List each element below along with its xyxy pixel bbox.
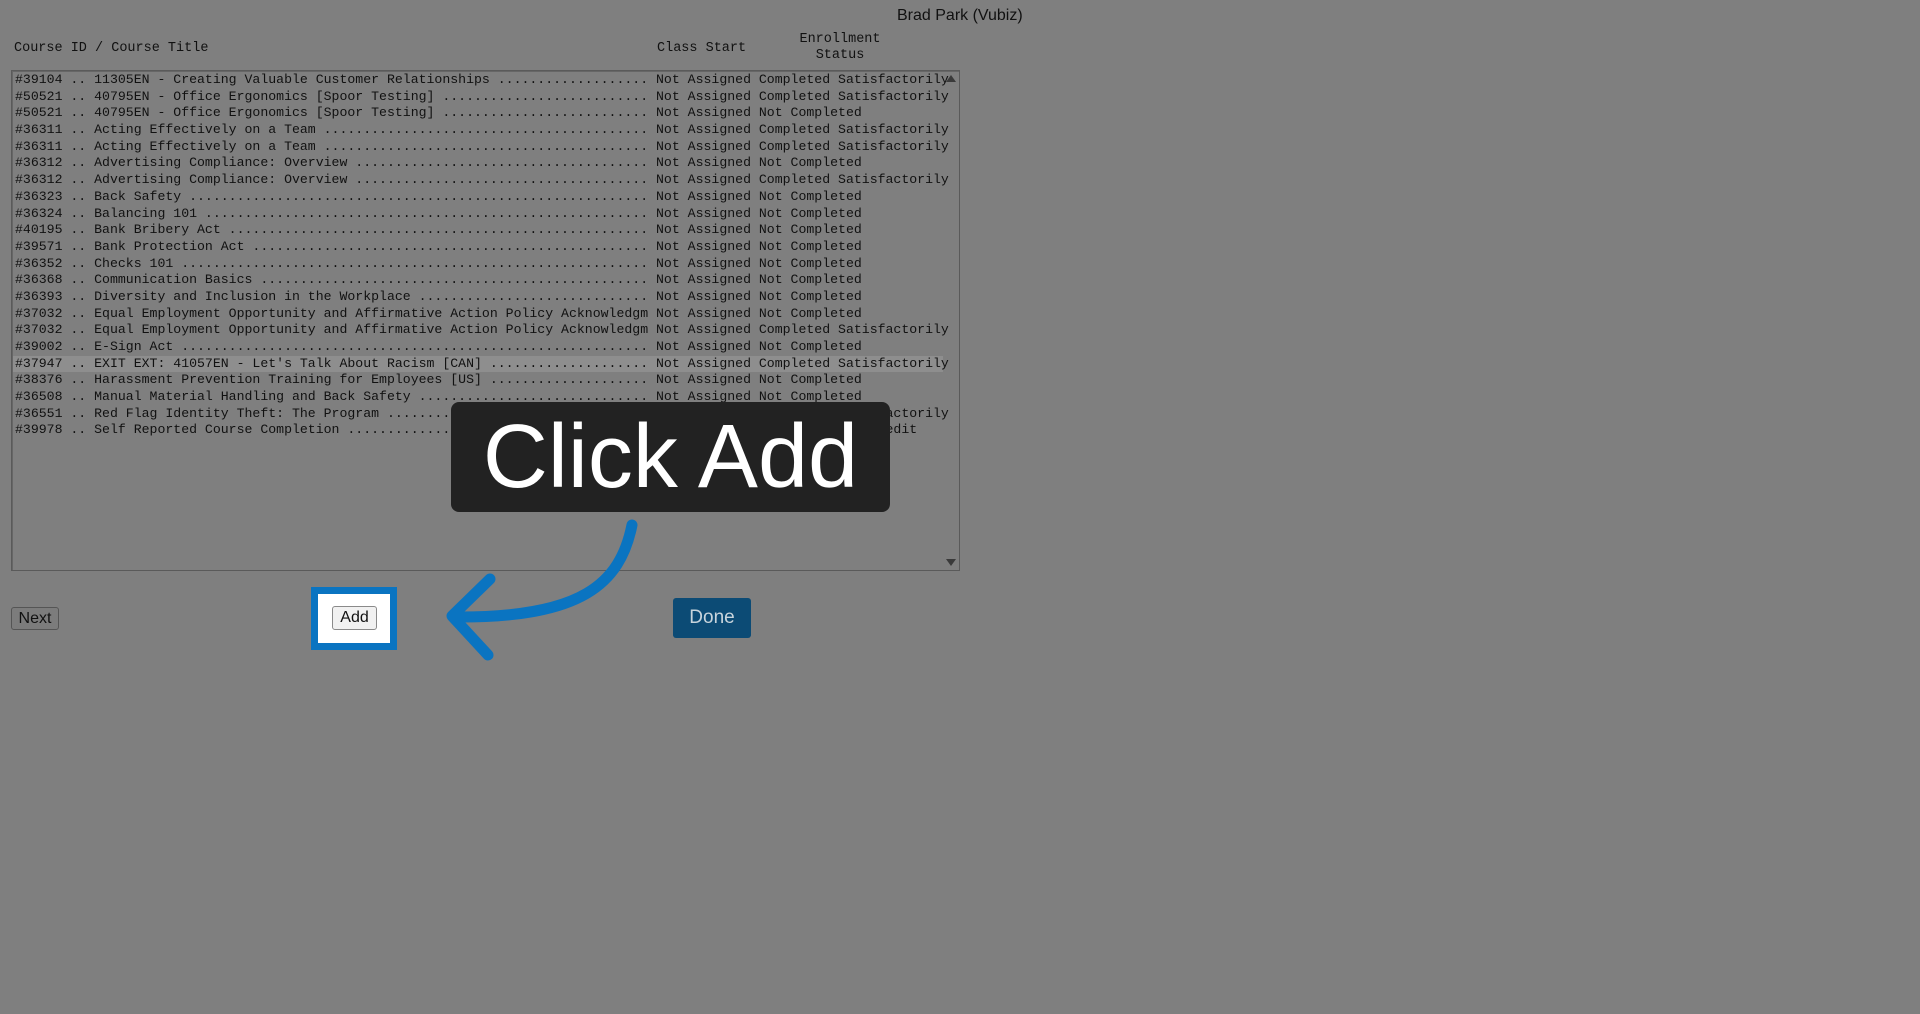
column-header-class-start: Class Start: [657, 41, 747, 56]
course-list-item[interactable]: #36312 .. Advertising Compliance: Overvi…: [13, 155, 943, 172]
user-name: Brad Park (Vubiz): [897, 7, 1023, 24]
course-list-item[interactable]: #37947 .. EXIT EXT: 41057EN - Let's Talk…: [13, 355, 949, 373]
course-list-item[interactable]: #39002 .. E-Sign Act ...................…: [13, 339, 943, 356]
column-header-course-title: Course ID / Course Title: [14, 41, 209, 56]
scroll-down-arrow-icon[interactable]: [946, 559, 956, 566]
course-list-item[interactable]: #36311 .. Acting Effectively on a Team .…: [13, 122, 949, 139]
add-button[interactable]: Add: [332, 606, 377, 630]
course-list-item[interactable]: #39104 .. 11305EN - Creating Valuable Cu…: [13, 72, 949, 89]
course-list-item[interactable]: #38376 .. Harassment Prevention Training…: [13, 372, 943, 389]
next-button[interactable]: Next: [11, 607, 59, 630]
column-header-enrollment-status: Enrollment Status: [799, 32, 881, 63]
scroll-up-arrow-icon[interactable]: [946, 75, 956, 82]
course-list-item[interactable]: #40195 .. Bank Bribery Act .............…: [13, 222, 943, 239]
course-list-item[interactable]: #36352 .. Checks 101 ...................…: [13, 256, 943, 273]
done-button[interactable]: Done: [673, 598, 751, 638]
course-list-item[interactable]: #36393 .. Diversity and Inclusion in the…: [13, 289, 943, 306]
course-list-item[interactable]: #36324 .. Balancing 101 ................…: [13, 206, 943, 223]
course-list-item[interactable]: #36311 .. Acting Effectively on a Team .…: [13, 139, 949, 156]
course-list-item[interactable]: #36323 .. Back Safety ..................…: [13, 189, 943, 206]
course-list-rows: #39104 .. 11305EN - Creating Valuable Cu…: [13, 72, 949, 439]
course-list-item[interactable]: #39571 .. Bank Protection Act ..........…: [13, 239, 943, 256]
course-list-item[interactable]: #50521 .. 40795EN - Office Ergonomics [S…: [13, 89, 949, 106]
course-list-item[interactable]: #37032 .. Equal Employment Opportunity a…: [13, 322, 949, 339]
course-list-item[interactable]: #37032 .. Equal Employment Opportunity a…: [13, 306, 943, 323]
tutorial-callout: Click Add: [451, 402, 890, 512]
course-list-item[interactable]: #36368 .. Communication Basics .........…: [13, 272, 943, 289]
curved-arrow-icon: [446, 519, 638, 661]
course-list-item[interactable]: #50521 .. 40795EN - Office Ergonomics [S…: [13, 105, 943, 122]
course-list-item[interactable]: #36312 .. Advertising Compliance: Overvi…: [13, 172, 949, 189]
